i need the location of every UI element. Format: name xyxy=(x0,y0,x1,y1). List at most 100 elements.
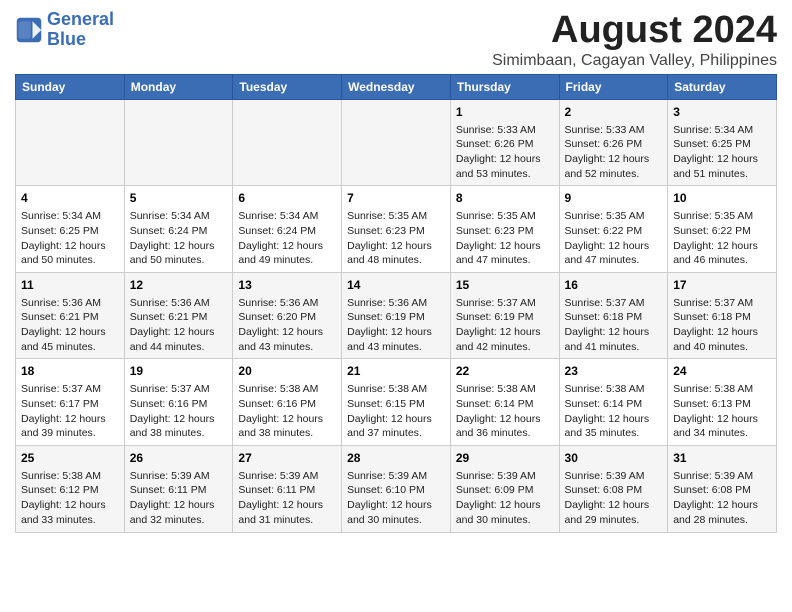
calendar-cell: 11Sunrise: 5:36 AM Sunset: 6:21 PM Dayli… xyxy=(16,272,125,359)
cell-content: Sunrise: 5:36 AM Sunset: 6:21 PM Dayligh… xyxy=(21,296,119,355)
day-number: 12 xyxy=(130,277,228,294)
day-number: 26 xyxy=(130,450,228,467)
day-number: 8 xyxy=(456,190,554,207)
calendar-cell: 3 Sunrise: 5:34 AM Sunset: 6:25 PM Daylig… xyxy=(668,99,777,186)
calendar-cell: 12 Sunrise: 5:36 AM Sunset: 6:21 PM Dayli… xyxy=(124,272,233,359)
main-title: August 2024 xyxy=(492,10,777,52)
day-number: 24 xyxy=(673,363,771,380)
day-number: 19 xyxy=(130,363,228,380)
calendar-cell: 10 Sunrise: 5:35 AM Sunset: 6:22 PM Dayli… xyxy=(668,186,777,273)
day-header-wednesday: Wednesday xyxy=(342,74,451,99)
day-number: 15 xyxy=(456,277,554,294)
day-number: 10 xyxy=(673,190,771,207)
calendar-cell: 26Sunrise: 5:39 AM Sunset: 6:11 PM Dayli… xyxy=(124,445,233,532)
calendar-header-row: SundayMondayTuesdayWednesdayThursdayFrid… xyxy=(16,74,777,99)
logo: General Blue xyxy=(15,10,114,50)
calendar-cell xyxy=(342,99,451,186)
calendar-week-row: 11Sunrise: 5:36 AM Sunset: 6:21 PM Dayli… xyxy=(16,272,777,359)
logo-text: General Blue xyxy=(47,10,114,50)
calendar-week-row: 18 Sunrise: 5:37 AM Sunset: 6:17 PM Dayli… xyxy=(16,359,777,446)
day-number: 18 xyxy=(21,363,119,380)
calendar-cell: 16Sunrise: 5:37 AM Sunset: 6:18 PM Dayli… xyxy=(559,272,668,359)
day-number: 27 xyxy=(238,450,336,467)
day-number: 3 xyxy=(673,104,771,121)
cell-content: Sunrise: 5:36 AM Sunset: 6:21 PM Dayligh… xyxy=(130,296,228,355)
day-number: 30 xyxy=(565,450,663,467)
calendar-week-row: 1 Sunrise: 5:33 AM Sunset: 6:26 PM Daylig… xyxy=(16,99,777,186)
day-number: 29 xyxy=(456,450,554,467)
day-header-tuesday: Tuesday xyxy=(233,74,342,99)
calendar-table: SundayMondayTuesdayWednesdayThursdayFrid… xyxy=(15,74,777,533)
day-header-saturday: Saturday xyxy=(668,74,777,99)
day-number: 25 xyxy=(21,450,119,467)
cell-content: Sunrise: 5:34 AM Sunset: 6:24 PM Dayligh… xyxy=(130,209,228,268)
day-number: 7 xyxy=(347,190,445,207)
cell-content: Sunrise: 5:34 AM Sunset: 6:25 PM Dayligh… xyxy=(21,209,119,268)
cell-content: Sunrise: 5:37 AM Sunset: 6:18 PM Dayligh… xyxy=(673,296,771,355)
calendar-cell xyxy=(124,99,233,186)
cell-content: Sunrise: 5:38 AM Sunset: 6:13 PM Dayligh… xyxy=(673,382,771,441)
calendar-cell: 15 Sunrise: 5:37 AM Sunset: 6:19 PM Dayli… xyxy=(450,272,559,359)
cell-content: Sunrise: 5:38 AM Sunset: 6:14 PM Dayligh… xyxy=(456,382,554,441)
day-number: 13 xyxy=(238,277,336,294)
calendar-cell: 5 Sunrise: 5:34 AM Sunset: 6:24 PM Daylig… xyxy=(124,186,233,273)
cell-content: Sunrise: 5:39 AM Sunset: 6:10 PM Dayligh… xyxy=(347,469,445,528)
calendar-cell: 6Sunrise: 5:34 AM Sunset: 6:24 PM Daylig… xyxy=(233,186,342,273)
calendar-cell: 20 Sunrise: 5:38 AM Sunset: 6:16 PM Dayli… xyxy=(233,359,342,446)
day-number: 6 xyxy=(238,190,336,207)
cell-content: Sunrise: 5:39 AM Sunset: 6:08 PM Dayligh… xyxy=(673,469,771,528)
day-number: 17 xyxy=(673,277,771,294)
cell-content: Sunrise: 5:38 AM Sunset: 6:12 PM Dayligh… xyxy=(21,469,119,528)
cell-content: Sunrise: 5:36 AM Sunset: 6:19 PM Dayligh… xyxy=(347,296,445,355)
calendar-cell xyxy=(16,99,125,186)
calendar-week-row: 25 Sunrise: 5:38 AM Sunset: 6:12 PM Dayli… xyxy=(16,445,777,532)
day-number: 22 xyxy=(456,363,554,380)
calendar-cell: 19 Sunrise: 5:37 AM Sunset: 6:16 PM Dayli… xyxy=(124,359,233,446)
calendar-cell: 18 Sunrise: 5:37 AM Sunset: 6:17 PM Dayli… xyxy=(16,359,125,446)
day-number: 4 xyxy=(21,190,119,207)
cell-content: Sunrise: 5:34 AM Sunset: 6:25 PM Dayligh… xyxy=(673,123,771,182)
calendar-cell: 9Sunrise: 5:35 AM Sunset: 6:22 PM Daylig… xyxy=(559,186,668,273)
cell-content: Sunrise: 5:39 AM Sunset: 6:11 PM Dayligh… xyxy=(238,469,336,528)
cell-content: Sunrise: 5:38 AM Sunset: 6:16 PM Dayligh… xyxy=(238,382,336,441)
cell-content: Sunrise: 5:37 AM Sunset: 6:17 PM Dayligh… xyxy=(21,382,119,441)
day-number: 5 xyxy=(130,190,228,207)
day-number: 20 xyxy=(238,363,336,380)
cell-content: Sunrise: 5:33 AM Sunset: 6:26 PM Dayligh… xyxy=(456,123,554,182)
cell-content: Sunrise: 5:35 AM Sunset: 6:23 PM Dayligh… xyxy=(456,209,554,268)
calendar-cell: 13 Sunrise: 5:36 AM Sunset: 6:20 PM Dayli… xyxy=(233,272,342,359)
calendar-cell: 27 Sunrise: 5:39 AM Sunset: 6:11 PM Dayli… xyxy=(233,445,342,532)
day-number: 14 xyxy=(347,277,445,294)
calendar-week-row: 4 Sunrise: 5:34 AM Sunset: 6:25 PM Daylig… xyxy=(16,186,777,273)
cell-content: Sunrise: 5:36 AM Sunset: 6:20 PM Dayligh… xyxy=(238,296,336,355)
day-header-sunday: Sunday xyxy=(16,74,125,99)
day-number: 21 xyxy=(347,363,445,380)
cell-content: Sunrise: 5:37 AM Sunset: 6:16 PM Dayligh… xyxy=(130,382,228,441)
day-number: 31 xyxy=(673,450,771,467)
calendar-cell: 14 Sunrise: 5:36 AM Sunset: 6:19 PM Dayli… xyxy=(342,272,451,359)
calendar-cell: 29Sunrise: 5:39 AM Sunset: 6:09 PM Dayli… xyxy=(450,445,559,532)
calendar-cell: 1 Sunrise: 5:33 AM Sunset: 6:26 PM Daylig… xyxy=(450,99,559,186)
calendar-cell: 31 Sunrise: 5:39 AM Sunset: 6:08 PM Dayli… xyxy=(668,445,777,532)
day-header-monday: Monday xyxy=(124,74,233,99)
calendar-cell: 8 Sunrise: 5:35 AM Sunset: 6:23 PM Daylig… xyxy=(450,186,559,273)
cell-content: Sunrise: 5:37 AM Sunset: 6:19 PM Dayligh… xyxy=(456,296,554,355)
subtitle: Simimbaan, Cagayan Valley, Philippines xyxy=(492,52,777,70)
cell-content: Sunrise: 5:35 AM Sunset: 6:22 PM Dayligh… xyxy=(673,209,771,268)
calendar-cell: 30Sunrise: 5:39 AM Sunset: 6:08 PM Dayli… xyxy=(559,445,668,532)
page-header: General Blue August 2024 Simimbaan, Caga… xyxy=(15,10,777,70)
cell-content: Sunrise: 5:35 AM Sunset: 6:23 PM Dayligh… xyxy=(347,209,445,268)
cell-content: Sunrise: 5:33 AM Sunset: 6:26 PM Dayligh… xyxy=(565,123,663,182)
calendar-cell: 22 Sunrise: 5:38 AM Sunset: 6:14 PM Dayli… xyxy=(450,359,559,446)
calendar-cell: 21 Sunrise: 5:38 AM Sunset: 6:15 PM Dayli… xyxy=(342,359,451,446)
calendar-cell: 28 Sunrise: 5:39 AM Sunset: 6:10 PM Dayli… xyxy=(342,445,451,532)
day-number: 28 xyxy=(347,450,445,467)
day-number: 1 xyxy=(456,104,554,121)
day-number: 16 xyxy=(565,277,663,294)
cell-content: Sunrise: 5:38 AM Sunset: 6:15 PM Dayligh… xyxy=(347,382,445,441)
day-header-thursday: Thursday xyxy=(450,74,559,99)
title-block: August 2024 Simimbaan, Cagayan Valley, P… xyxy=(492,10,777,70)
calendar-cell: 24 Sunrise: 5:38 AM Sunset: 6:13 PM Dayli… xyxy=(668,359,777,446)
calendar-cell xyxy=(233,99,342,186)
cell-content: Sunrise: 5:38 AM Sunset: 6:14 PM Dayligh… xyxy=(565,382,663,441)
